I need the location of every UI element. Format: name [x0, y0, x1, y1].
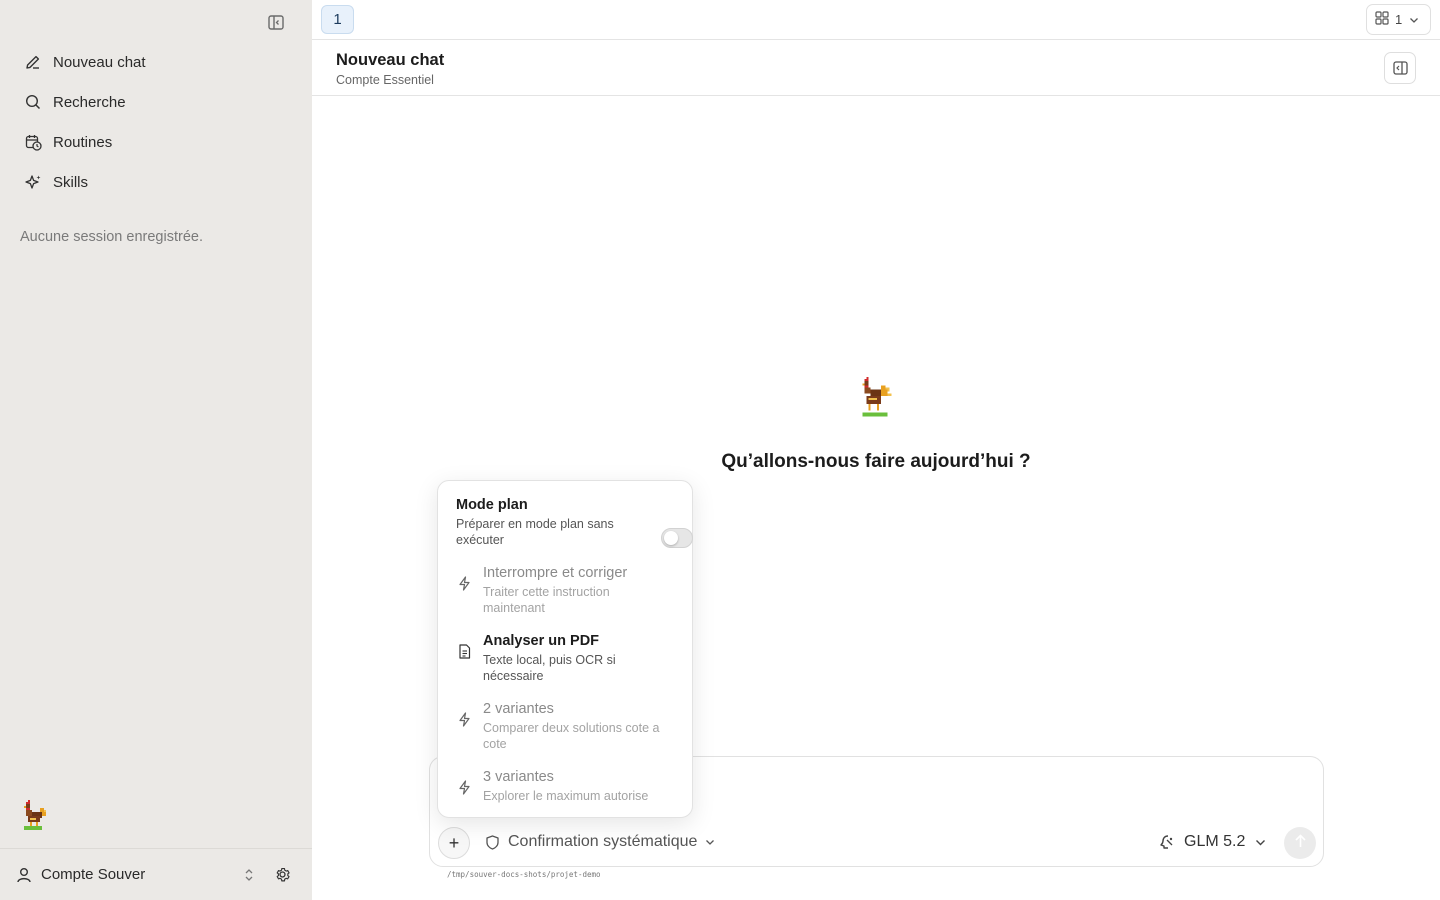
- menu-item-title: Analyser un PDF: [483, 633, 600, 649]
- confirmation-mode-label: Confirmation systématique: [508, 833, 698, 850]
- chevron-down-icon: [705, 839, 715, 846]
- lightning-icon: [456, 711, 472, 727]
- account-plan-subtitle: Compte Essentiel: [336, 73, 434, 87]
- sparkle-icon: [24, 173, 42, 191]
- chevron-up-down-icon[interactable]: [240, 865, 258, 885]
- welcome-greeting: Qu’allons-nous faire aujourd’hui ?: [312, 451, 1440, 473]
- menu-item-title: 2 variantes: [483, 701, 554, 717]
- menu-item-title: Interrompre et corriger: [483, 565, 628, 581]
- menu-item-description: Texte local, puis OCR si nécessaire: [483, 653, 616, 683]
- arrow-up-icon: [1294, 833, 1307, 853]
- chevron-down-icon: [1409, 12, 1419, 27]
- gear-icon[interactable]: [272, 864, 292, 884]
- calendar-clock-icon: [24, 133, 42, 151]
- chevron-down-icon: [1255, 839, 1266, 846]
- sidebar-item-label: Recherche: [53, 93, 126, 111]
- add-attachment-button[interactable]: +: [438, 827, 470, 859]
- menu-item-3-variants[interactable]: 3 variantes Explorer le maximum autorise: [456, 769, 678, 804]
- menu-item-interrupt[interactable]: Interrompre et corriger Traiter cette in…: [456, 565, 678, 616]
- plan-mode-title: Mode plan: [456, 497, 528, 513]
- plan-mode-description: Préparer en mode plan sans exécuter: [456, 517, 614, 547]
- sidebar-item-label: Nouveau chat: [53, 53, 146, 71]
- layout-count: 1: [1395, 12, 1403, 27]
- menu-item-title: 3 variantes: [483, 769, 554, 785]
- toggle-knob: [664, 531, 678, 545]
- grid-icon: [1375, 11, 1389, 28]
- sidebar-item-nouveau-chat[interactable]: Nouveau chat: [12, 42, 300, 82]
- search-icon: [24, 93, 42, 111]
- page-title: Nouveau chat: [336, 51, 445, 69]
- user-icon: [14, 865, 34, 885]
- rooster-hero-icon: [856, 377, 898, 423]
- plan-mode-option[interactable]: Mode plan Préparer en mode plan sans exé…: [456, 497, 693, 548]
- model-select[interactable]: GLM 5.2: [1158, 833, 1266, 851]
- rooster-mascot-icon: [18, 798, 58, 838]
- plan-mode-toggle[interactable]: [661, 528, 693, 548]
- sidebar-collapse-icon[interactable]: [266, 12, 286, 32]
- toggle-right-panel-icon[interactable]: [1384, 52, 1416, 84]
- chat-header: Nouveau chat Compte Essentiel: [312, 40, 1440, 96]
- main-area: 1 1 Nouveau chat Compte Essentiel Qu’all…: [312, 0, 1440, 900]
- send-button[interactable]: [1284, 827, 1316, 859]
- empty-sessions-text: Aucune session enregistrée.: [20, 229, 203, 245]
- tab-bar: 1 1: [312, 0, 1440, 40]
- account-name: Compte Souver: [41, 866, 146, 883]
- menu-item-description: Explorer le maximum autorise: [483, 789, 649, 803]
- sidebar-nav: Nouveau chat Recherche Routines Skills: [12, 42, 300, 202]
- sidebar-item-routines[interactable]: Routines: [12, 122, 300, 162]
- tab-1[interactable]: 1: [321, 5, 354, 34]
- menu-item-description: Comparer deux solutions cote a cote: [483, 721, 660, 751]
- lightning-icon: [456, 779, 472, 795]
- sidebar-item-label: Routines: [53, 133, 113, 151]
- welcome-greeting-text: Qu’allons-nous faire aujourd’hui ?: [721, 451, 1031, 472]
- sidebar: Nouveau chat Recherche Routines Skills A…: [0, 0, 312, 900]
- document-icon: [456, 643, 472, 659]
- sidebar-item-skills[interactable]: Skills: [12, 162, 300, 202]
- lightning-icon: [456, 575, 472, 591]
- composer-actions-menu: Mode plan Préparer en mode plan sans exé…: [437, 480, 693, 818]
- account-menu[interactable]: Compte Souver: [0, 848, 312, 900]
- model-label: GLM 5.2: [1184, 833, 1246, 850]
- menu-item-2-variants[interactable]: 2 variantes Comparer deux solutions cote…: [456, 701, 678, 752]
- confirmation-mode-select[interactable]: Confirmation systématique: [486, 833, 715, 851]
- plus-icon: +: [448, 832, 460, 853]
- shield-icon: [486, 834, 500, 850]
- menu-item-description: Traiter cette instruction maintenant: [483, 585, 610, 615]
- sidebar-item-label: Skills: [53, 173, 89, 191]
- pencil-icon: [24, 53, 42, 71]
- model-brain-icon: [1158, 833, 1176, 851]
- working-directory-path: /tmp/souver-docs-shots/projet-demo: [447, 870, 601, 879]
- sidebar-item-recherche[interactable]: Recherche: [12, 82, 300, 122]
- layout-selector[interactable]: 1: [1366, 4, 1431, 35]
- menu-item-analyze-pdf[interactable]: Analyser un PDF Texte local, puis OCR si…: [456, 633, 678, 684]
